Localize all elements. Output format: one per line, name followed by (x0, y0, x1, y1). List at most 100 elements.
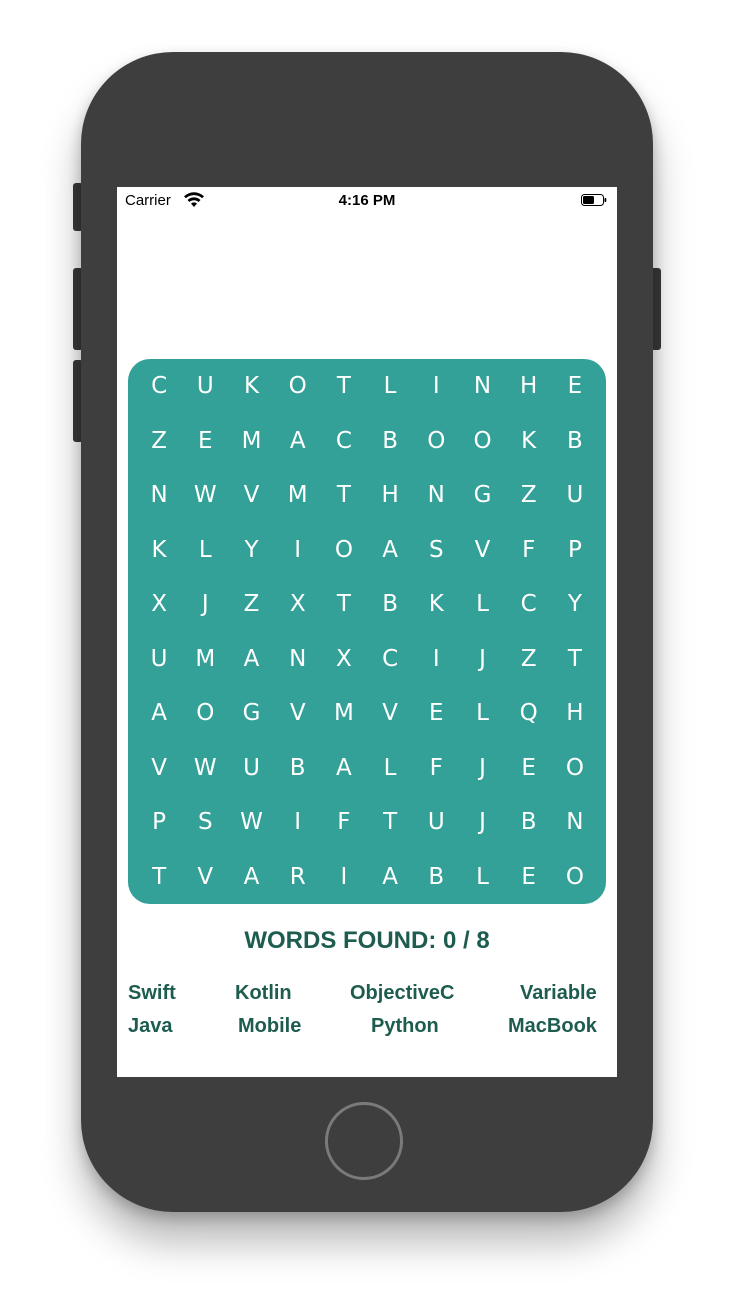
letter-cell[interactable]: V (228, 468, 274, 523)
letter-cell[interactable]: Y (552, 577, 598, 632)
letter-cell[interactable]: F (506, 523, 552, 578)
letter-cell[interactable]: X (136, 577, 182, 632)
letter-cell[interactable]: T (367, 795, 413, 850)
letter-cell[interactable]: K (413, 577, 459, 632)
letter-cell[interactable]: X (321, 632, 367, 687)
letter-cell[interactable]: B (367, 414, 413, 469)
letter-cell[interactable]: W (228, 795, 274, 850)
letter-cell[interactable]: N (552, 795, 598, 850)
letter-cell[interactable]: P (552, 523, 598, 578)
letter-cell[interactable]: T (321, 577, 367, 632)
letter-cell[interactable]: T (321, 359, 367, 414)
letter-cell[interactable]: O (275, 359, 321, 414)
letter-cell[interactable]: M (228, 414, 274, 469)
letter-cell[interactable]: V (182, 850, 228, 905)
letter-cell[interactable]: L (459, 850, 505, 905)
letter-cell[interactable]: A (367, 523, 413, 578)
letter-cell[interactable]: J (459, 632, 505, 687)
letter-cell[interactable]: F (321, 795, 367, 850)
letter-cell[interactable]: V (275, 686, 321, 741)
letter-cell[interactable]: L (367, 741, 413, 796)
letter-cell[interactable]: W (182, 741, 228, 796)
letter-cell[interactable]: B (367, 577, 413, 632)
letter-cell[interactable]: W (182, 468, 228, 523)
letter-cell[interactable]: C (506, 577, 552, 632)
letter-cell[interactable]: A (321, 741, 367, 796)
letter-cell[interactable]: J (459, 741, 505, 796)
letter-cell[interactable]: F (413, 741, 459, 796)
letter-cell[interactable]: C (321, 414, 367, 469)
letter-cell[interactable]: I (413, 359, 459, 414)
letter-cell[interactable]: Z (136, 414, 182, 469)
letter-cell[interactable]: B (552, 414, 598, 469)
letter-cell[interactable]: E (506, 741, 552, 796)
letter-cell[interactable]: O (459, 414, 505, 469)
letter-cell[interactable]: N (136, 468, 182, 523)
letter-cell[interactable]: H (506, 359, 552, 414)
letter-cell[interactable]: V (136, 741, 182, 796)
letter-cell[interactable]: S (182, 795, 228, 850)
letter-cell[interactable]: A (228, 850, 274, 905)
letter-cell[interactable]: H (552, 686, 598, 741)
letter-cell[interactable]: G (459, 468, 505, 523)
letter-cell[interactable]: U (552, 468, 598, 523)
letter-cell[interactable]: A (367, 850, 413, 905)
letter-cell[interactable]: E (413, 686, 459, 741)
letter-cell[interactable]: V (367, 686, 413, 741)
letter-cell[interactable]: U (413, 795, 459, 850)
letter-cell[interactable]: E (552, 359, 598, 414)
letter-cell[interactable]: K (506, 414, 552, 469)
letter-cell[interactable]: I (275, 523, 321, 578)
letter-cell[interactable]: T (136, 850, 182, 905)
letter-cell[interactable]: H (367, 468, 413, 523)
home-button[interactable] (325, 1102, 403, 1180)
letter-cell[interactable]: O (182, 686, 228, 741)
letter-cell[interactable]: M (182, 632, 228, 687)
letter-cell[interactable]: I (413, 632, 459, 687)
letter-cell[interactable]: L (459, 577, 505, 632)
letter-cell[interactable]: O (321, 523, 367, 578)
letter-cell[interactable]: I (321, 850, 367, 905)
letter-cell[interactable]: G (228, 686, 274, 741)
letter-cell[interactable]: K (136, 523, 182, 578)
letter-cell[interactable]: P (136, 795, 182, 850)
letter-cell[interactable]: Q (506, 686, 552, 741)
letter-cell[interactable]: R (275, 850, 321, 905)
letter-cell[interactable]: Z (228, 577, 274, 632)
letter-cell[interactable]: A (136, 686, 182, 741)
letter-cell[interactable]: B (413, 850, 459, 905)
letter-cell[interactable]: N (413, 468, 459, 523)
letter-cell[interactable]: A (275, 414, 321, 469)
letter-cell[interactable]: B (506, 795, 552, 850)
letter-cell[interactable]: A (228, 632, 274, 687)
letter-cell[interactable]: L (367, 359, 413, 414)
letter-cell[interactable]: M (321, 686, 367, 741)
letter-cell[interactable]: V (459, 523, 505, 578)
letter-cell[interactable]: E (506, 850, 552, 905)
letter-cell[interactable]: I (275, 795, 321, 850)
letter-cell[interactable]: S (413, 523, 459, 578)
letter-cell[interactable]: L (459, 686, 505, 741)
letter-cell[interactable]: M (275, 468, 321, 523)
letter-cell[interactable]: Z (506, 468, 552, 523)
letter-cell[interactable]: T (321, 468, 367, 523)
letter-cell[interactable]: O (413, 414, 459, 469)
letter-cell[interactable]: T (552, 632, 598, 687)
letter-cell[interactable]: B (275, 741, 321, 796)
letter-cell[interactable]: U (182, 359, 228, 414)
letter-cell[interactable]: U (228, 741, 274, 796)
letter-cell[interactable]: O (552, 850, 598, 905)
letter-cell[interactable]: J (459, 795, 505, 850)
letter-cell[interactable]: N (459, 359, 505, 414)
letter-cell[interactable]: N (275, 632, 321, 687)
letter-cell[interactable]: X (275, 577, 321, 632)
letter-cell[interactable]: Y (228, 523, 274, 578)
letter-cell[interactable]: U (136, 632, 182, 687)
letter-cell[interactable]: C (367, 632, 413, 687)
letter-cell[interactable]: J (182, 577, 228, 632)
letter-cell[interactable]: L (182, 523, 228, 578)
letter-cell[interactable]: C (136, 359, 182, 414)
letter-cell[interactable]: Z (506, 632, 552, 687)
letter-cell[interactable]: O (552, 741, 598, 796)
letter-cell[interactable]: E (182, 414, 228, 469)
